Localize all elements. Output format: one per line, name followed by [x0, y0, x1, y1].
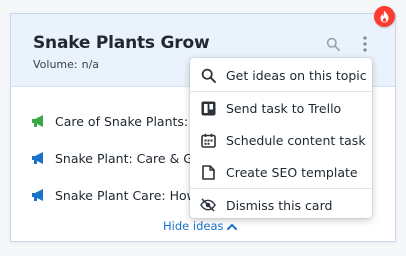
- calendar-icon: [200, 132, 216, 148]
- idea-text: Snake Plant Care: How: [55, 187, 191, 203]
- hide-ideas-link[interactable]: Hide ideas: [163, 219, 238, 233]
- volume-value: n/a: [81, 58, 100, 71]
- menu-item-label: Send task to Trello: [226, 100, 342, 116]
- idea-text: Snake Plant: Care & Gro: [55, 150, 191, 166]
- document-icon: [200, 164, 216, 180]
- card-title: Snake Plants Grow: [33, 33, 210, 53]
- search-icon[interactable]: [325, 36, 341, 52]
- menu-item-label: Create SEO template: [226, 164, 358, 180]
- megaphone-icon: [31, 151, 47, 165]
- ideas-list: Care of Snake Plants: In Snake Plant: Ca…: [31, 113, 191, 224]
- megaphone-icon: [31, 188, 47, 202]
- menu-item-seo-template[interactable]: Create SEO template: [190, 156, 372, 188]
- menu-item-label: Schedule content task: [226, 132, 366, 148]
- menu-item-label: Get ideas on this topic: [226, 67, 367, 83]
- search-icon: [200, 67, 216, 83]
- volume-label: Volume:: [33, 58, 78, 71]
- idea-item[interactable]: Care of Snake Plants: In: [31, 113, 191, 129]
- volume-info: Volume: n/a: [33, 58, 99, 71]
- eye-off-icon: [200, 197, 216, 213]
- card-header-actions: [325, 36, 373, 52]
- menu-item-get-ideas[interactable]: Get ideas on this topic: [190, 59, 372, 91]
- hide-ideas-label: Hide ideas: [163, 219, 224, 233]
- more-vertical-icon[interactable]: [357, 36, 373, 52]
- chevron-up-icon: [227, 219, 238, 233]
- menu-item-send-trello[interactable]: Send task to Trello: [190, 92, 372, 124]
- idea-item[interactable]: Snake Plant: Care & Gro: [31, 150, 191, 166]
- card-actions-menu: Get ideas on this topic Send task to Tre…: [190, 58, 372, 218]
- trello-icon: [200, 100, 216, 116]
- idea-item[interactable]: Snake Plant Care: How: [31, 187, 191, 203]
- menu-item-dismiss[interactable]: Dismiss this card: [190, 189, 372, 221]
- idea-text: Care of Snake Plants: In: [55, 113, 191, 129]
- menu-item-label: Dismiss this card: [226, 197, 333, 213]
- menu-item-schedule-task[interactable]: Schedule content task: [190, 124, 372, 156]
- fire-icon: [374, 6, 395, 27]
- megaphone-icon: [31, 114, 47, 128]
